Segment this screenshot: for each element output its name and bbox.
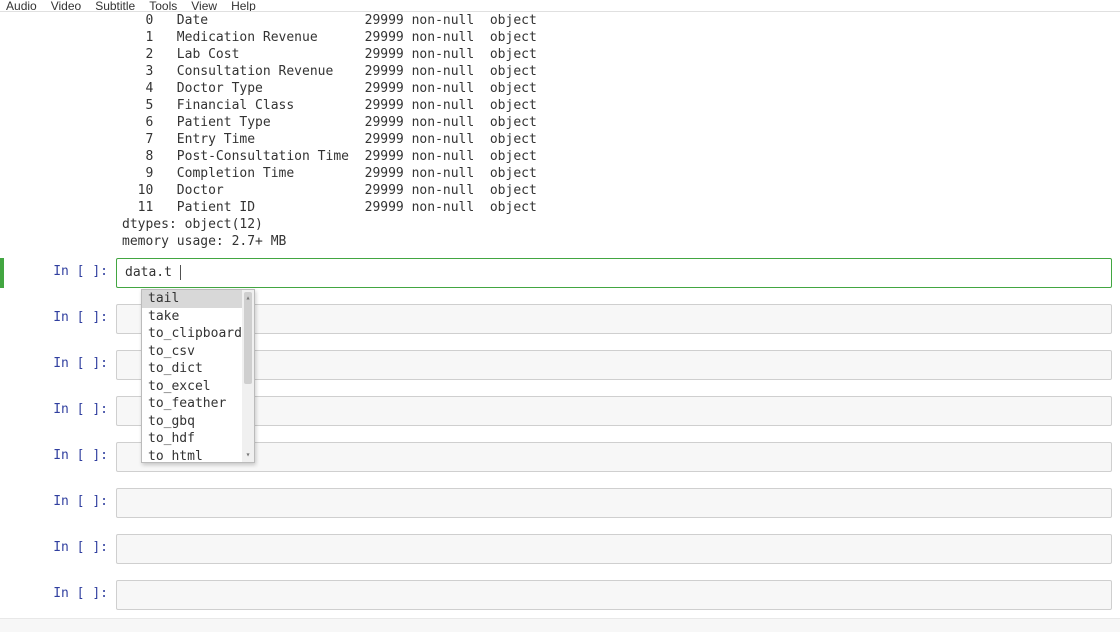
code-input[interactable] xyxy=(116,396,1112,426)
menu-subtitle[interactable]: Subtitle xyxy=(95,0,135,7)
input-prompt: In [ ]: xyxy=(8,580,116,610)
input-prompt: In [ ]: xyxy=(8,396,116,426)
input-prompt: In [ ]: xyxy=(8,534,116,564)
code-input[interactable] xyxy=(116,304,1112,334)
code-cell[interactable]: In [ ]: xyxy=(0,532,1120,566)
menu-tools[interactable]: Tools xyxy=(149,0,177,7)
code-input[interactable]: data.t xyxy=(116,258,1112,288)
menu-video[interactable]: Video xyxy=(51,0,81,7)
code-input[interactable] xyxy=(116,534,1112,564)
scroll-up-icon[interactable]: ▴ xyxy=(242,289,254,307)
empty-prompt xyxy=(8,12,116,250)
code-input[interactable] xyxy=(116,580,1112,610)
autocomplete-item[interactable]: to_csv xyxy=(142,343,254,361)
autocomplete-item[interactable]: to_feather xyxy=(142,395,254,413)
input-prompt: In [ ]: xyxy=(8,304,116,334)
autocomplete-item[interactable]: to_gbq xyxy=(142,413,254,431)
autocomplete-item[interactable]: take xyxy=(142,308,254,326)
code-input[interactable] xyxy=(116,442,1112,472)
dataframe-info-output: 0 Date 29999 non-null object 1 Medicatio… xyxy=(116,12,1112,250)
autocomplete-popup[interactable]: tailtaketo_clipboardto_csvto_dictto_exce… xyxy=(141,289,255,463)
input-prompt: In [ ]: xyxy=(8,442,116,472)
scroll-down-icon[interactable]: ▾ xyxy=(242,446,254,464)
input-prompt: In [ ]: xyxy=(8,350,116,380)
autocomplete-scrollbar[interactable]: ▴ ▾ xyxy=(242,290,254,462)
menu-view[interactable]: View xyxy=(191,0,217,7)
code-input[interactable] xyxy=(116,488,1112,518)
code-input[interactable] xyxy=(116,350,1112,380)
code-cell[interactable]: In [ ]: xyxy=(0,578,1120,612)
autocomplete-item[interactable]: to_excel xyxy=(142,378,254,396)
input-prompt: In [ ]: xyxy=(8,258,116,288)
autocomplete-item[interactable]: tail xyxy=(142,290,254,308)
autocomplete-item[interactable]: to_hdf xyxy=(142,430,254,448)
code-cell[interactable]: In [ ]:data.t xyxy=(0,256,1120,290)
code-cell[interactable]: In [ ]: xyxy=(0,486,1120,520)
autocomplete-item[interactable]: to_clipboard xyxy=(142,325,254,343)
menu-help[interactable]: Help xyxy=(231,0,256,7)
autocomplete-item[interactable]: to_dict xyxy=(142,360,254,378)
output-cell: 0 Date 29999 non-null object 1 Medicatio… xyxy=(0,10,1120,252)
menu-audio[interactable]: Audio xyxy=(6,0,37,7)
input-prompt: In [ ]: xyxy=(8,488,116,518)
text-caret xyxy=(180,265,181,280)
autocomplete-item[interactable]: to_html xyxy=(142,448,254,464)
footer-divider xyxy=(0,618,1120,632)
